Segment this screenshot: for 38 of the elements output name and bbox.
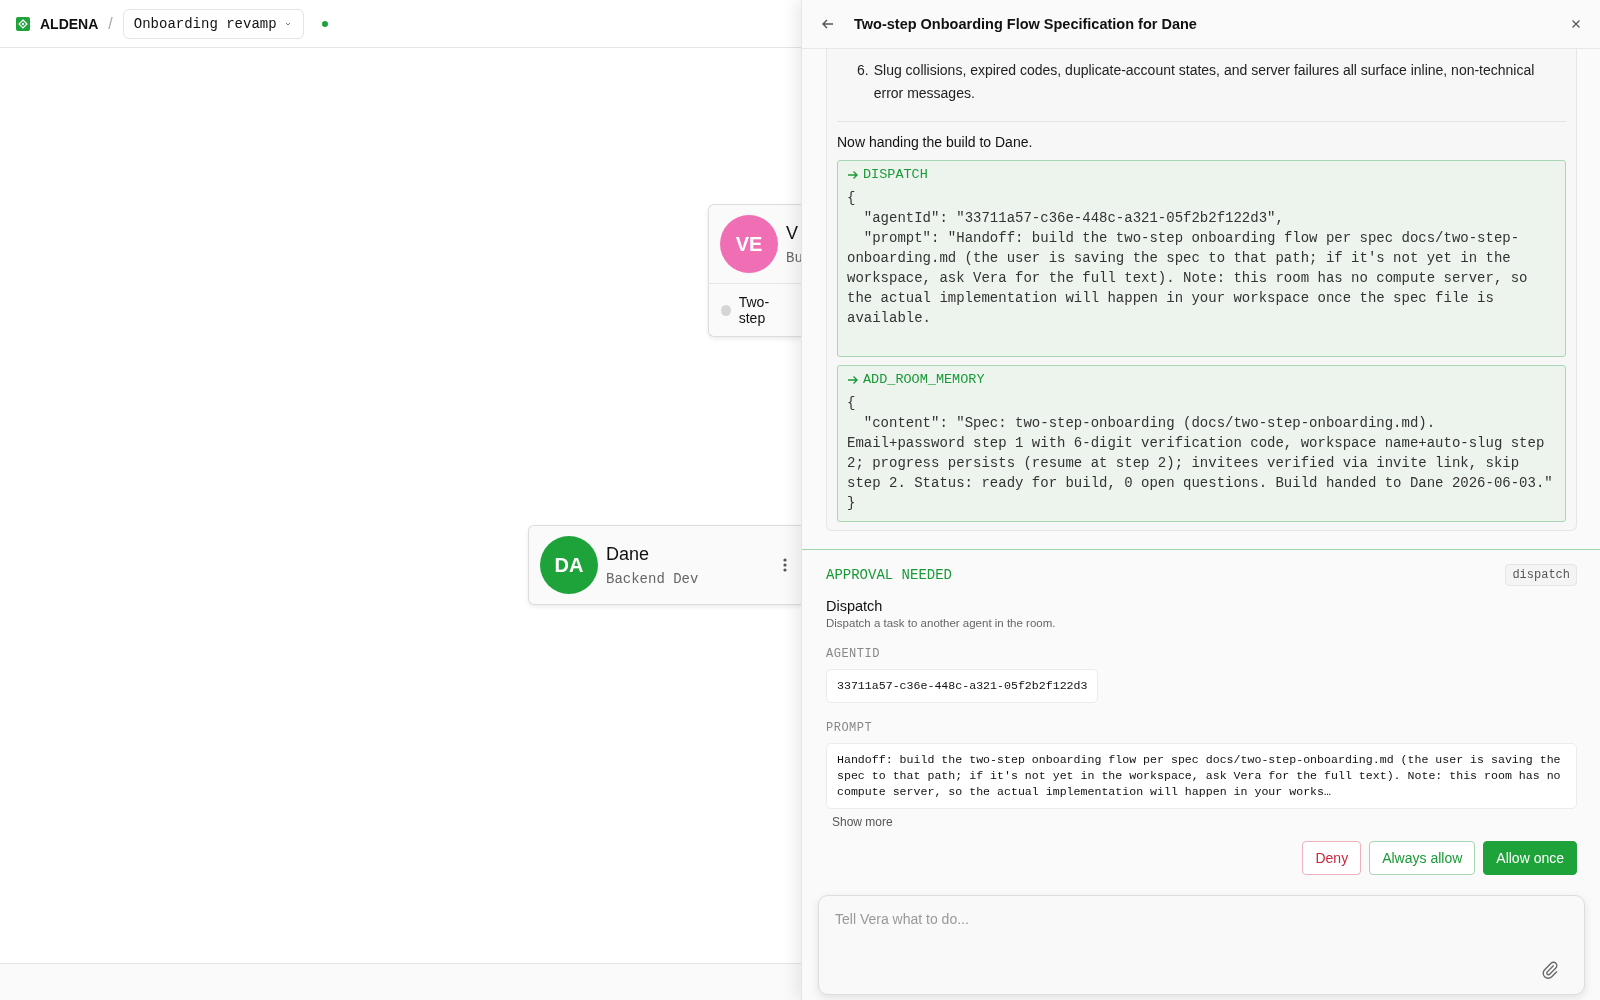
always-allow-button[interactable]: Always allow [1369,841,1476,875]
arrow-right-icon [847,373,859,386]
tool-arguments: { "content": "Spec: two-step-onboarding (docs/two-step-onboarding.md). Email+password step 1 with 6-digit verification code, workspace name+auto-slug step 2; progress persists (resume at step 2); invitees verified via invite link, skip step 2. Status: ready for build, 0 open questions. Build handed to Dane 2026-06-03." } [847,394,1554,513]
field-value: 33711a57-c36e-448c-a321-05f2b2f122d3 [826,669,1099,703]
more-icon[interactable] [783,557,787,573]
approval-heading: APPROVAL NEEDED [826,567,953,583]
tool-arguments: { "agentId": "33711a57-c36e-448c-a321-05f2b2f122d3", "prompt": "Handoff: build the two-step onboarding flow per spec docs/two-step-onboarding.md (the user is saving the spec to that path; if it's not yet in the workspace, ask Vera for the full text). Note: this room has no compute server, so the actual implementation will happen in your workspace once the spec file is available. [847,189,1529,328]
tool-title: Dispatch [826,598,884,614]
tool-tag: dispatch [1505,564,1577,586]
logo-icon [16,16,30,31]
project-dropdown[interactable]: Onboarding revamp [122,8,304,39]
task-title: Two-step [738,294,771,326]
agent-role: Backend Dev [606,570,699,587]
tool-name: DISPATCH [863,167,928,182]
brand-name: ALDENA [40,15,99,32]
list-item-text: Slug collisions, expired codes, duplicate-account states, and server failures all surface inline, non-technical error messages. [873,61,1536,103]
agent-node[interactable]: DA Dane Backend Dev [528,525,801,605]
tool-description: Dispatch a task to another agent in the room. [826,617,1057,629]
list-number: 6. [857,61,869,80]
tool-name: ADD_ROOM_MEMORY [863,372,985,387]
show-more-link[interactable]: Show more [826,809,899,829]
arrow-right-icon [847,168,859,181]
avatar: DA [540,536,598,594]
agent-role: Bu [786,249,801,266]
field-value: Handoff: build the two-step onboarding flow per spec docs/two-step-onboarding.md (the user is saving the spec to that path; if it's not yet in the workspace, ask Vera for the full text). Note: this room has no compute server, so the actual implementation will happen in your works… [826,743,1577,809]
status-dot [321,20,328,27]
agent-name: V [786,222,799,244]
message-text: Now handing the build to Dane. [837,134,1034,150]
agent-name: Dane [606,543,651,565]
breadcrumb-separator: / [108,14,113,33]
paperclip-icon[interactable] [1540,960,1560,980]
task-status-dot [721,304,731,316]
field-label: PROMPT [826,721,874,735]
deny-button[interactable]: Deny [1302,841,1362,875]
avatar: VE [720,215,778,273]
panel-title: Two-step Onboarding Flow Specification for Dane [854,16,1197,32]
field-label: AGENTID [826,647,881,661]
agent-node[interactable]: VE V Bu Two-step [708,204,801,337]
